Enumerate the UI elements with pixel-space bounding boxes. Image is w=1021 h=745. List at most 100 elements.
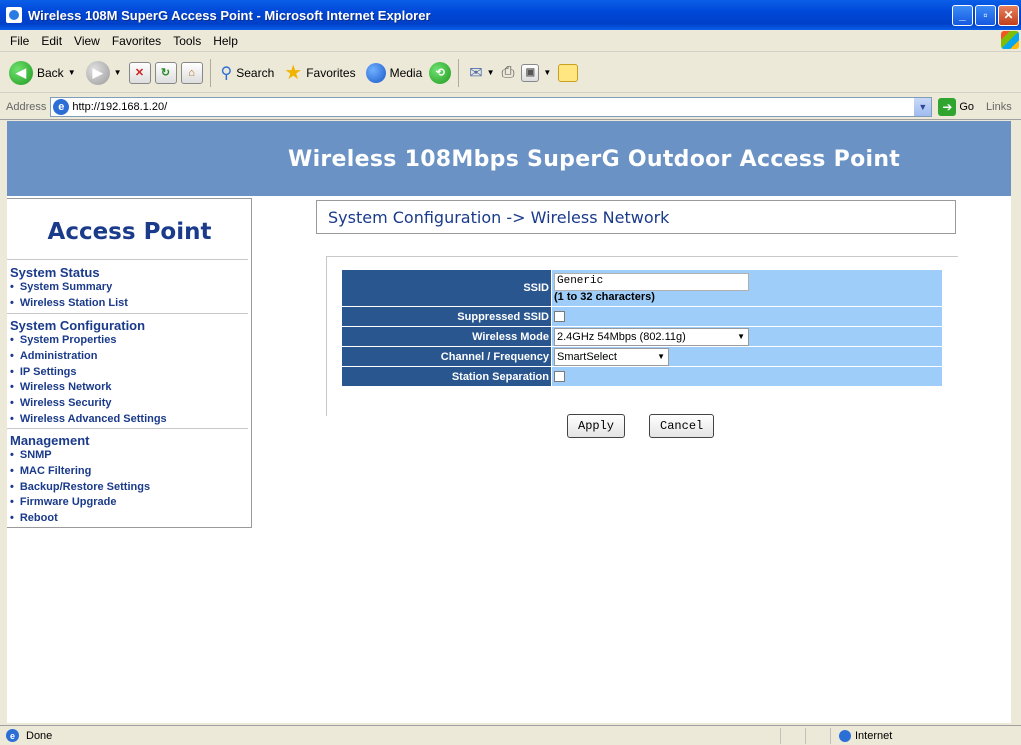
form-buttons: Apply Cancel — [567, 414, 715, 438]
channel-frequency-label: Channel / Frequency — [341, 346, 552, 367]
sidebar-item-ip-settings[interactable]: IP Settings — [7, 365, 252, 381]
suppressed-ssid-label: Suppressed SSID — [341, 306, 552, 327]
search-label: Search — [236, 65, 275, 80]
edit-icon: ▣ — [521, 63, 540, 82]
back-button[interactable]: ◀ Back ▼ — [6, 59, 79, 87]
media-button[interactable]: Media — [363, 61, 426, 85]
cancel-button[interactable]: Cancel — [649, 414, 715, 438]
wireless-mode-select[interactable]: 2.4GHz 54Mbps (802.11g) ▼ — [554, 327, 749, 346]
menu-section-system-status: System Status System Summary Wireless St… — [7, 265, 252, 312]
menu-view[interactable]: View — [68, 34, 106, 48]
back-dropdown-icon[interactable]: ▼ — [68, 68, 76, 77]
menu-edit[interactable]: Edit — [35, 34, 68, 48]
search-icon: ⚲ — [220, 64, 233, 82]
forward-dropdown-icon[interactable]: ▼ — [114, 68, 122, 77]
page-viewport: Wireless 108Mbps SuperG Outdoor Access P… — [7, 121, 1011, 723]
sidebar: Access Point System Status System Summar… — [7, 196, 252, 723]
channel-frequency-cell: SmartSelect ▼ — [551, 346, 943, 367]
close-button[interactable]: ✕ — [998, 4, 1019, 26]
sidebar-title: Access Point — [47, 219, 212, 245]
search-button[interactable]: ⚲ Search — [218, 61, 278, 85]
form-row-suppressed-ssid: Suppressed SSID — [341, 306, 943, 327]
maximize-button[interactable]: ▫ — [975, 4, 996, 26]
form-row-ssid: SSID Generic (1 to 32 characters) — [341, 269, 943, 307]
toolbar: ◀ Back ▼ ▶ ▼ ✕ ↻ ⌂ ⚲ Search ★ Favorites … — [0, 53, 1021, 93]
section-header: Management — [10, 433, 90, 448]
sidebar-item-reboot[interactable]: Reboot — [7, 511, 252, 527]
media-label: Media — [389, 65, 423, 80]
status-text: Done — [26, 729, 53, 742]
ie-app-icon — [6, 7, 22, 23]
menu-help[interactable]: Help — [207, 34, 244, 48]
address-url[interactable]: http://192.168.1.20/ — [72, 101, 167, 113]
sidebar-item-system-properties[interactable]: System Properties — [7, 333, 252, 349]
status-panel — [805, 727, 830, 744]
windows-logo-icon — [1001, 31, 1019, 49]
refresh-icon[interactable]: ↻ — [154, 61, 177, 84]
go-button[interactable]: ➔ Go — [938, 97, 974, 116]
history-icon[interactable]: ⟲ — [429, 61, 452, 84]
mail-button[interactable]: ✉ ▼ — [466, 61, 497, 85]
forward-button[interactable]: ▶ ▼ — [83, 59, 125, 87]
sidebar-divider — [7, 259, 248, 260]
zone-label: Internet — [855, 729, 893, 742]
page-title: System Configuration -> Wireless Network — [316, 200, 956, 234]
edit-dropdown-icon[interactable]: ▼ — [543, 68, 551, 77]
station-separation-checkbox[interactable] — [554, 371, 565, 383]
sidebar-item-wireless-advanced-settings[interactable]: Wireless Advanced Settings — [7, 412, 252, 428]
address-field[interactable]: e http://192.168.1.20/ ▼ — [50, 96, 933, 117]
print-icon[interactable]: ⎙ — [502, 64, 515, 82]
apply-button[interactable]: Apply — [567, 414, 626, 438]
sidebar-item-wireless-security[interactable]: Wireless Security — [7, 396, 252, 412]
sidebar-item-wireless-station-list[interactable]: Wireless Station List — [7, 296, 252, 312]
sidebar-item-snmp[interactable]: SNMP — [7, 448, 252, 464]
ssid-input[interactable]: Generic — [554, 273, 749, 291]
minimize-button[interactable]: _ — [952, 4, 973, 26]
ssid-cell: Generic (1 to 32 characters) — [551, 269, 943, 307]
form-frame-left — [326, 256, 327, 416]
sidebar-item-wireless-network[interactable]: Wireless Network — [7, 380, 252, 396]
back-label: Back — [37, 65, 64, 80]
status-panel — [780, 727, 805, 744]
sidebar-item-system-summary[interactable]: System Summary — [7, 280, 252, 296]
sidebar-item-backup-restore-settings[interactable]: Backup/Restore Settings — [7, 480, 252, 496]
wireless-network-form: SSID Generic (1 to 32 characters) Suppre… — [341, 269, 943, 387]
banner-title: Wireless 108Mbps SuperG Outdoor Access P… — [288, 147, 901, 172]
chevron-down-icon: ▼ — [737, 332, 745, 341]
page-status-icon: e — [6, 729, 19, 742]
form-frame-top — [326, 256, 958, 257]
channel-frequency-select[interactable]: SmartSelect ▼ — [554, 347, 669, 366]
favorites-button[interactable]: ★ Favorites — [281, 58, 358, 87]
wireless-mode-value: 2.4GHz 54Mbps (802.11g) — [557, 330, 686, 343]
ssid-label: SSID — [341, 269, 552, 307]
ssid-hint: (1 to 32 characters) — [554, 291, 655, 303]
sidebar-item-administration[interactable]: Administration — [7, 349, 252, 365]
status-bar: e Done Internet — [0, 725, 1021, 745]
sidebar-item-mac-filtering[interactable]: MAC Filtering — [7, 464, 252, 480]
media-icon — [365, 62, 386, 83]
menu-favorites[interactable]: Favorites — [106, 34, 167, 48]
sidebar-item-firmware-upgrade[interactable]: Firmware Upgrade — [7, 495, 252, 511]
toolbar-separator — [209, 58, 211, 87]
address-dropdown-icon[interactable]: ▼ — [914, 97, 932, 116]
suppressed-ssid-checkbox[interactable] — [554, 311, 565, 323]
station-separation-label: Station Separation — [341, 366, 552, 387]
security-zone: Internet — [830, 727, 893, 744]
form-row-wireless-mode: Wireless Mode 2.4GHz 54Mbps (802.11g) ▼ — [341, 326, 943, 347]
window-controls: _ ▫ ✕ — [952, 4, 1019, 26]
stop-icon[interactable]: ✕ — [128, 61, 151, 84]
wireless-mode-cell: 2.4GHz 54Mbps (802.11g) ▼ — [551, 326, 943, 347]
window-frame-right — [1011, 121, 1021, 725]
edit-button[interactable]: ▣ ▼ — [518, 62, 554, 84]
menu-file[interactable]: File — [4, 34, 35, 48]
globe-icon — [839, 729, 851, 742]
home-icon[interactable]: ⌂ — [180, 61, 203, 84]
links-label[interactable]: Links — [986, 101, 1012, 113]
menu-section-system-configuration: System Configuration System Properties A… — [7, 318, 252, 428]
window-title: Wireless 108M SuperG Access Point - Micr… — [28, 7, 431, 23]
page-icon: e — [53, 98, 70, 115]
messenger-icon[interactable] — [558, 63, 579, 82]
menu-tools[interactable]: Tools — [167, 34, 207, 48]
mail-dropdown-icon[interactable]: ▼ — [487, 68, 495, 77]
section-header: System Configuration — [10, 318, 146, 333]
